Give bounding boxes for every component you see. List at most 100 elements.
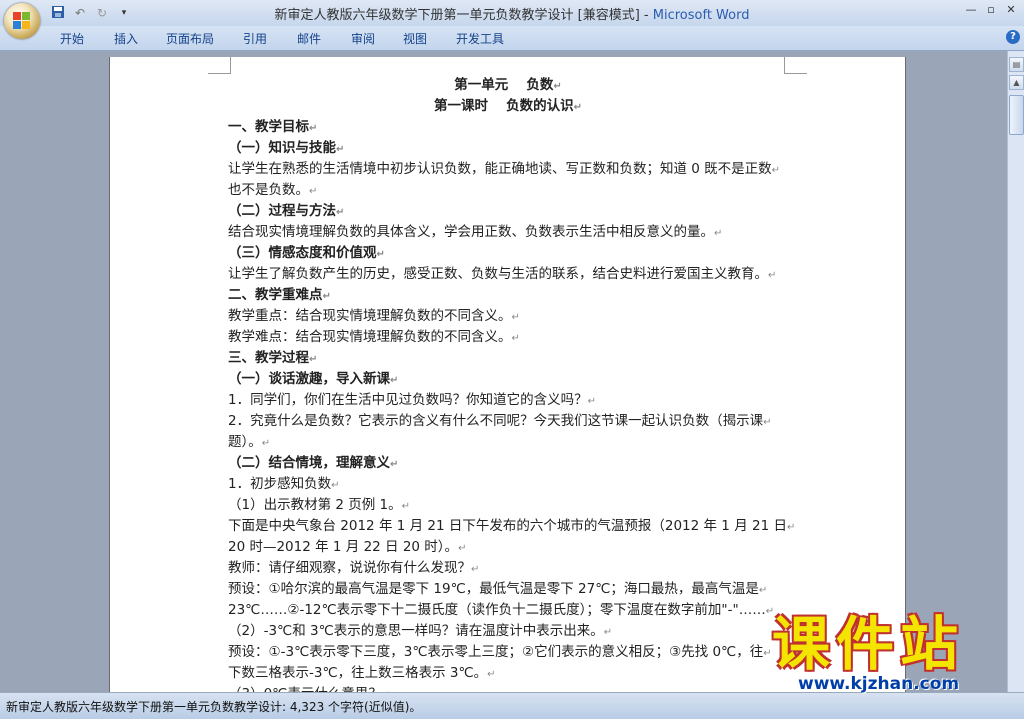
paragraph-text: （一）谈话激趣，导入新课 [228, 371, 390, 387]
paragraph-mark-icon: ↵ [458, 543, 467, 554]
paragraph-text: 2．究竟什么是负数？它表示的含义有什么不同呢？今天我们这节课一起认识负数（揭示课 [228, 413, 764, 429]
redo-icon[interactable]: ↻ [94, 5, 110, 21]
scroll-thumb[interactable] [1009, 95, 1024, 135]
document-paragraph[interactable]: 题）。↵ [228, 432, 788, 453]
paragraph-text: 教学难点：结合现实情境理解负数的不同含义。 [228, 329, 512, 345]
paragraph-text: 结合现实情境理解负数的具体含义，学会用正数、负数表示生活中相反意义的量。 [228, 224, 714, 240]
paragraph-text: 20 时—2012 年 1 月 22 日 20 时）。 [228, 539, 459, 555]
restore-icon[interactable]: ▫ [982, 2, 1000, 18]
paragraph-mark-icon: ↵ [390, 459, 399, 470]
document-paragraph[interactable]: （一）知识与技能↵ [228, 138, 788, 159]
app-name: Microsoft Word [652, 8, 750, 23]
paragraph-mark-icon: ↵ [763, 648, 772, 659]
vertical-scrollbar[interactable]: ▤ ▲ [1007, 51, 1024, 692]
document-paragraph[interactable]: 结合现实情境理解负数的具体含义，学会用正数、负数表示生活中相反意义的量。↵ [228, 222, 788, 243]
paragraph-mark-icon: ↵ [786, 522, 796, 533]
paragraph-text: 1．初步感知负数 [228, 476, 332, 492]
document-paragraph[interactable]: 第一单元 负数↵ [228, 75, 788, 96]
document-paragraph[interactable]: 预设：①哈尔滨的最高气温是零下 19℃，最低气温是零下 27℃；海口最热，最高气… [228, 579, 788, 600]
watermark-url: www.kjzhan.com [798, 674, 960, 694]
document-paragraph[interactable]: 教师：请仔细观察，说说你有什么发现？↵ [228, 558, 788, 579]
tab-view[interactable]: 视图 [403, 30, 427, 47]
document-paragraph[interactable]: （一）谈话激趣，导入新课↵ [228, 369, 788, 390]
paragraph-mark-icon: ↵ [553, 81, 562, 92]
status-bar: 新审定人教版六年级数学下册第一单元负数教学设计: 4,323 个字符(近似值)。 [0, 692, 1024, 719]
document-paragraph[interactable]: 下面是中央气象台 2012 年 1 月 21 日下午发布的六个城市的气温预报（2… [228, 516, 795, 537]
tab-page-layout[interactable]: 页面布局 [166, 30, 214, 47]
document-paragraph[interactable]: 20 时—2012 年 1 月 22 日 20 时）。↵ [228, 537, 788, 558]
office-button[interactable] [4, 3, 40, 39]
paragraph-text: 教学重点：结合现实情境理解负数的不同含义。 [228, 308, 512, 324]
document-paragraph[interactable]: 教学难点：结合现实情境理解负数的不同含义。↵ [228, 327, 788, 348]
document-paragraph[interactable]: 让学生在熟悉的生活情境中初步认识负数，能正确地读、写正数和负数；知道 0 既不是… [228, 159, 788, 180]
paragraph-text: 三、教学过程 [228, 350, 309, 366]
help-icon[interactable]: ? [1006, 30, 1020, 44]
customize-icon[interactable]: ▾ [116, 5, 132, 21]
document-paragraph[interactable]: （二）结合情境，理解意义↵ [228, 453, 788, 474]
window-title: 新审定人教版六年级数学下册第一单元负数教学设计 [兼容模式] - Microso… [150, 4, 874, 23]
document-paragraph[interactable]: 1．同学们，你们在生活中见过负数吗？你知道它的含义吗？↵ [228, 390, 788, 411]
paragraph-text: 第一课时 负数的认识 [433, 98, 574, 114]
save-icon[interactable] [50, 5, 66, 21]
document-paragraph[interactable]: 也不是负数。↵ [228, 180, 788, 201]
paragraph-mark-icon: ↵ [511, 312, 520, 323]
title-bar: ↶ ↻ ▾ 新审定人教版六年级数学下册第一单元负数教学设计 [兼容模式] - M… [0, 0, 1024, 26]
paragraph-text: （1）出示教材第 2 页例 1。 [228, 497, 402, 513]
scroll-up-icon[interactable]: ▲ [1009, 75, 1024, 90]
document-paragraph[interactable]: 二、教学重难点↵ [228, 285, 788, 306]
paragraph-mark-icon: ↵ [261, 438, 271, 449]
undo-icon[interactable]: ↶ [72, 5, 88, 21]
document-body[interactable]: 第一单元 负数↵ 第一课时 负数的认识↵ 一、教学目标↵ （一）知识与技能↵ 让学生在熟… [228, 75, 795, 692]
tab-insert[interactable]: 插入 [114, 30, 138, 47]
paragraph-text: 预设：①-3℃表示零下三度，3℃表示零上三度；②它们表示的意义相反；③先找 0℃… [228, 644, 764, 660]
document-paragraph[interactable]: 下数三格表示-3℃，往上数三格表示 3℃。↵ [228, 663, 788, 684]
document-paragraph[interactable]: 1．初步感知负数↵ [228, 474, 788, 495]
paragraph-text: 预设：①哈尔滨的最高气温是零下 19℃，最低气温是零下 27℃；海口最热，最高气… [228, 581, 759, 597]
paragraph-text: （二）结合情境，理解意义 [228, 455, 390, 471]
document-paragraph[interactable]: 23℃……②-12℃表示零下十二摄氏度（读作负十二摄氏度）；零下温度在数字前加"… [228, 600, 788, 621]
paragraph-text: 下数三格表示-3℃，往上数三格表示 3℃。 [228, 665, 488, 681]
status-text: 新审定人教版六年级数学下册第一单元负数教学设计: 4,323 个字符(近似值)。 [6, 700, 422, 714]
tab-references[interactable]: 引用 [243, 30, 267, 47]
tab-home[interactable]: 开始 [60, 30, 84, 47]
paragraph-mark-icon: ↵ [309, 186, 318, 197]
paragraph-mark-icon: ↵ [487, 669, 496, 680]
paragraph-text: 一、教学目标 [228, 119, 309, 135]
document-paragraph[interactable]: 教学重点：结合现实情境理解负数的不同含义。↵ [228, 306, 788, 327]
paragraph-mark-icon: ↵ [336, 207, 345, 218]
document-workspace: 第一单元 负数↵ 第一课时 负数的认识↵ 一、教学目标↵ （一）知识与技能↵ 让学生在熟… [0, 51, 1007, 692]
paragraph-mark-icon: ↵ [714, 228, 723, 239]
ruler-toggle-icon[interactable]: ▤ [1009, 57, 1024, 72]
document-paragraph[interactable]: 三、教学过程↵ [228, 348, 788, 369]
document-paragraph[interactable]: 让学生了解负数产生的历史，感受正数、负数与生活的联系，结合史料进行爱国主义教育。… [228, 264, 788, 285]
watermark-logo: 课件站 www.kjzhan.com [772, 610, 1012, 694]
paragraph-text: 下面是中央气象台 2012 年 1 月 21 日下午发布的六个城市的气温预报（2… [228, 518, 787, 534]
minimize-icon[interactable]: — [962, 2, 980, 18]
paragraph-text: 教师：请仔细观察，说说你有什么发现？ [228, 560, 471, 576]
tab-mailings[interactable]: 邮件 [297, 30, 321, 47]
paragraph-mark-icon: ↵ [309, 123, 318, 134]
document-paragraph[interactable]: （3）0℃表示什么意思？↵ [228, 684, 788, 692]
close-icon[interactable]: ✕ [1002, 2, 1020, 18]
paragraph-text: （三）情感态度和价值观 [228, 245, 377, 261]
document-paragraph[interactable]: 2．究竟什么是负数？它表示的含义有什么不同呢？今天我们这节课一起认识负数（揭示课… [228, 411, 788, 432]
document-paragraph[interactable]: 一、教学目标↵ [228, 117, 788, 138]
document-paragraph[interactable]: （三）情感态度和价值观↵ [228, 243, 788, 264]
paragraph-text: 二、教学重难点 [228, 287, 323, 303]
office-logo-icon [13, 12, 31, 30]
document-paragraph[interactable]: （二）过程与方法↵ [228, 201, 788, 222]
tab-developer[interactable]: 开发工具 [456, 30, 504, 47]
document-paragraph[interactable]: 第一课时 负数的认识↵ [228, 96, 788, 117]
document-paragraph[interactable]: （1）出示教材第 2 页例 1。↵ [228, 495, 788, 516]
document-page[interactable]: 第一单元 负数↵ 第一课时 负数的认识↵ 一、教学目标↵ （一）知识与技能↵ 让学生在熟… [109, 57, 906, 692]
paragraph-mark-icon: ↵ [390, 375, 399, 386]
tab-review[interactable]: 审阅 [351, 30, 375, 47]
paragraph-mark-icon: ↵ [471, 564, 480, 575]
document-paragraph[interactable]: （2）-3℃和 3℃表示的意思一样吗？请在温度计中表示出来。↵ [228, 621, 788, 642]
document-paragraph[interactable]: 预设：①-3℃表示零下三度，3℃表示零上三度；②它们表示的意义相反；③先找 0℃… [228, 642, 788, 663]
watermark-title: 课件站 [772, 610, 965, 678]
paragraph-text: 也不是负数。 [228, 182, 309, 198]
window-controls: — ▫ ✕ [962, 2, 1020, 18]
crop-mark-top-right [784, 57, 807, 74]
paragraph-mark-icon: ↵ [322, 291, 331, 302]
